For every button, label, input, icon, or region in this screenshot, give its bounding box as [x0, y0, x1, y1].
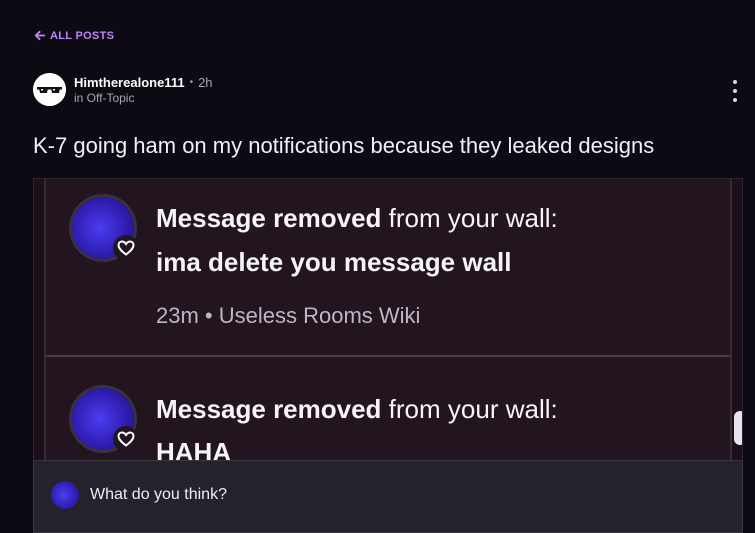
notification-avatar — [72, 197, 139, 261]
heart-icon — [113, 426, 139, 452]
sunglasses-avatar-icon — [33, 73, 66, 106]
comment-placeholder: What do you think? — [90, 486, 227, 503]
notification-avatar — [72, 388, 139, 452]
screenshot-scrollbar — [734, 411, 742, 445]
comment-input[interactable]: What do you think? — [51, 481, 227, 509]
arrow-left-icon — [34, 30, 46, 41]
notification-meta: 23m • Useless Rooms Wiki — [156, 303, 421, 328]
all-posts-link[interactable]: ALL POSTS — [33, 29, 114, 42]
heart-icon — [113, 235, 139, 261]
notification-divider — [46, 355, 730, 357]
post-time: 2h — [198, 74, 213, 90]
post-author-header: Himtherealone111 • 2h in Off-Topic — [33, 73, 213, 106]
comment-bar[interactable]: What do you think? — [33, 460, 743, 533]
all-posts-label: ALL POSTS — [50, 29, 115, 42]
notification-heading: Message removed from your wall: — [156, 203, 558, 233]
notification-heading: Message removed from your wall: — [156, 394, 558, 424]
meta-separator: • — [189, 76, 194, 88]
author-name[interactable]: Himtherealone111 — [74, 75, 185, 90]
author-avatar[interactable] — [33, 73, 66, 106]
post-title: K-7 going ham on my notifications becaus… — [33, 133, 655, 158]
notification-message: ima delete you message wall — [156, 247, 512, 277]
more-options-icon[interactable] — [729, 80, 741, 102]
user-avatar — [51, 481, 79, 509]
post-category[interactable]: in Off-Topic — [74, 91, 213, 105]
